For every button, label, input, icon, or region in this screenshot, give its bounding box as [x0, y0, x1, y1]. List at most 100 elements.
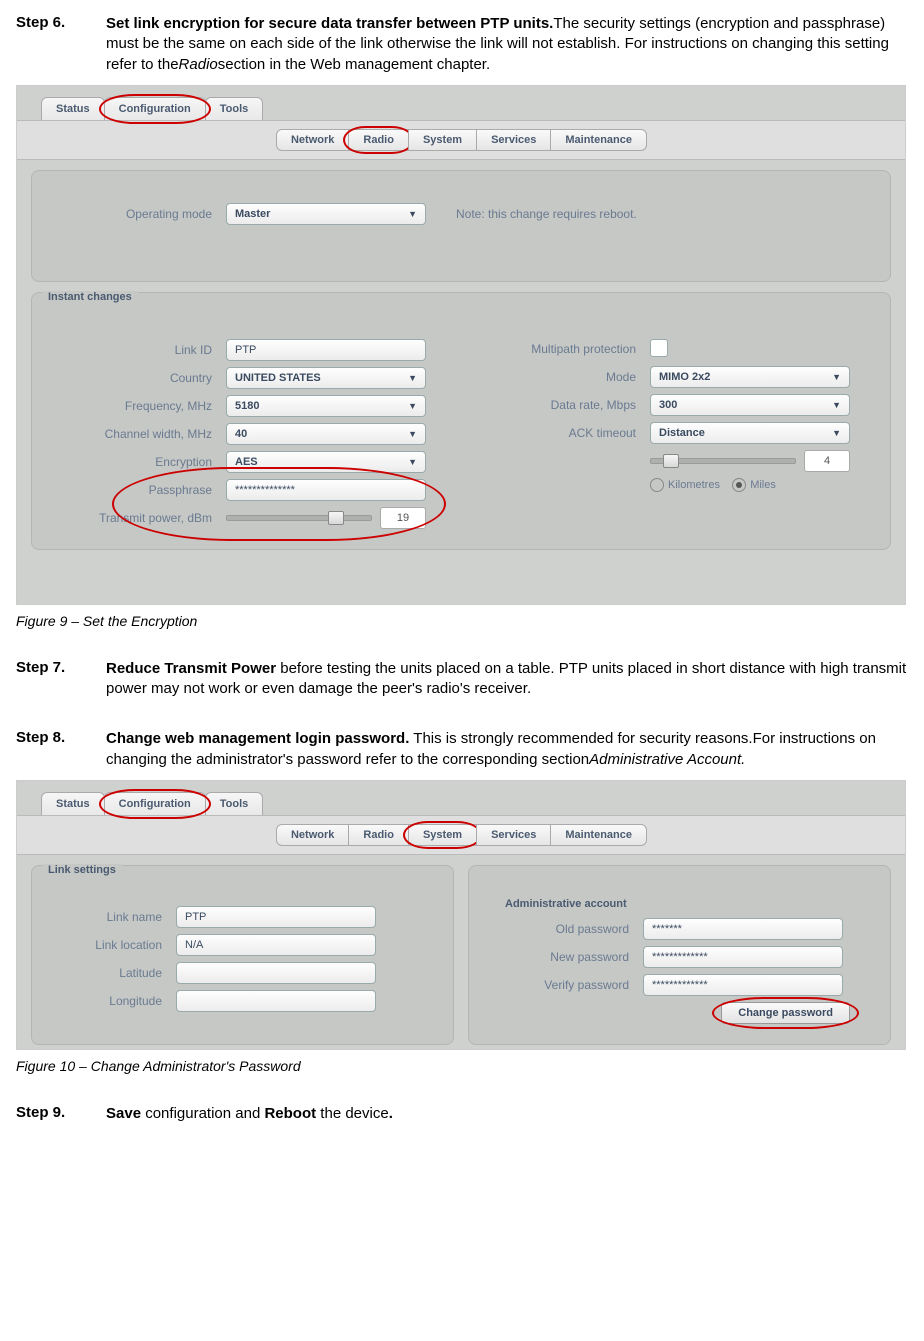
transmit-power-value[interactable]: 19 — [380, 507, 426, 529]
passphrase-input[interactable]: ************** — [226, 479, 426, 501]
miles-label: Miles — [750, 479, 776, 491]
step-7-lead: Reduce Transmit Power — [106, 660, 276, 677]
channel-width-select[interactable]: 40▼ — [226, 423, 426, 445]
step-8-label: Step 8. — [16, 729, 106, 746]
step-9: Step 9. Save configuration and Reboot th… — [16, 1104, 908, 1124]
step-6-lead: Set link encryption for secure data tran… — [106, 15, 553, 32]
new-password-value: ************* — [652, 946, 708, 968]
chevron-down-icon: ▼ — [832, 394, 841, 416]
subtab-services-label: Services — [491, 134, 536, 146]
change-password-button[interactable]: Change password — [721, 1002, 850, 1024]
subtab-system-label: System — [423, 829, 462, 841]
frequency-select[interactable]: 5180▼ — [226, 395, 426, 417]
link-name-value: PTP — [185, 906, 206, 928]
subtab-services[interactable]: Services — [476, 129, 551, 151]
mode-label: Mode — [476, 370, 650, 384]
encryption-select[interactable]: AES▼ — [226, 451, 426, 473]
mode-select[interactable]: MIMO 2x2 ▼ — [650, 366, 850, 388]
link-name-input[interactable]: PTP — [176, 906, 376, 928]
link-id-value: PTP — [235, 339, 256, 361]
subtab-maintenance-label: Maintenance — [565, 829, 632, 841]
new-password-input[interactable]: ************* — [643, 946, 843, 968]
tab-tools[interactable]: Tools — [205, 792, 264, 815]
subtab-maintenance[interactable]: Maintenance — [550, 129, 647, 151]
operating-mode-row: Operating mode Master ▼ Note: this chang… — [52, 203, 870, 225]
latitude-input[interactable] — [176, 962, 376, 984]
subtab-services[interactable]: Services — [476, 824, 551, 846]
passphrase-label: Passphrase — [52, 483, 226, 497]
ack-timeout-select[interactable]: Distance ▼ — [650, 422, 850, 444]
step-6-label: Step 6. — [16, 14, 106, 31]
ack-timeout-value: Distance — [659, 422, 705, 444]
subtab-system[interactable]: System — [408, 129, 477, 151]
subtab-services-label: Services — [491, 829, 536, 841]
admin-account-title: Administrative account — [499, 898, 880, 910]
verify-password-input[interactable]: ************* — [643, 974, 843, 996]
mode-value: MIMO 2x2 — [659, 366, 710, 388]
subtab-network-label: Network — [291, 134, 334, 146]
tab-status-label: Status — [56, 103, 90, 115]
step-6-ital: Radio — [179, 56, 218, 73]
slider-thumb-icon[interactable] — [328, 511, 344, 525]
new-password-label: New password — [489, 950, 643, 964]
link-location-input[interactable]: N/A — [176, 934, 376, 956]
subtab-network[interactable]: Network — [276, 129, 349, 151]
sub-tab-bar-2: Network Radio System Services Maintenanc… — [17, 815, 905, 855]
operating-mode-select[interactable]: Master ▼ — [226, 203, 426, 225]
miles-radio[interactable] — [732, 478, 746, 492]
country-select[interactable]: UNITED STATES▼ — [226, 367, 426, 389]
subtab-maintenance[interactable]: Maintenance — [550, 824, 647, 846]
distance-value[interactable]: 4 — [804, 450, 850, 472]
subtab-radio[interactable]: Radio — [348, 824, 409, 846]
old-password-input[interactable]: ******* — [643, 918, 843, 940]
instant-changes-title: Instant changes — [42, 291, 138, 303]
multipath-checkbox[interactable] — [650, 339, 668, 357]
step-6: Step 6. Set link encryption for secure d… — [16, 14, 908, 75]
encryption-value: AES — [235, 451, 258, 473]
subtab-radio[interactable]: Radio — [348, 129, 409, 151]
data-rate-value: 300 — [659, 394, 677, 416]
old-password-value: ******* — [652, 918, 682, 940]
subtab-maintenance-label: Maintenance — [565, 134, 632, 146]
old-password-label: Old password — [489, 922, 643, 936]
chevron-down-icon: ▼ — [832, 422, 841, 444]
tab-configuration[interactable]: Configuration — [104, 792, 206, 815]
subtab-system-label: System — [423, 134, 462, 146]
verify-password-value: ************* — [652, 974, 708, 996]
sub-tabs-2: Network Radio System Services Maintenanc… — [276, 824, 646, 846]
latitude-label: Latitude — [52, 966, 176, 980]
tab-status[interactable]: Status — [41, 97, 105, 120]
step-7-label: Step 7. — [16, 659, 106, 676]
kilometres-radio[interactable] — [650, 478, 664, 492]
subtab-system[interactable]: System — [408, 824, 477, 846]
operating-mode-label: Operating mode — [52, 207, 226, 221]
tab-tools-label: Tools — [220, 798, 249, 810]
subtab-network[interactable]: Network — [276, 824, 349, 846]
subtab-radio-label: Radio — [363, 134, 394, 146]
step-6-text2: section in the Web management chapter. — [218, 56, 490, 73]
sub-tabs: Network Radio System Services Maintenanc… — [276, 129, 646, 151]
step-7: Step 7. Reduce Transmit Power before tes… — [16, 659, 908, 700]
tab-tools[interactable]: Tools — [205, 97, 264, 120]
distance-slider[interactable] — [650, 458, 796, 464]
instant-changes-section: Instant changes Link IDPTP CountryUNITED… — [31, 292, 891, 550]
link-id-input[interactable]: PTP — [226, 339, 426, 361]
top-tabs-2: Status Configuration Tools — [17, 781, 905, 815]
tab-configuration[interactable]: Configuration — [104, 97, 206, 120]
step-6-body: Set link encryption for secure data tran… — [106, 14, 908, 75]
link-id-label: Link ID — [52, 343, 226, 357]
step-9-dot: . — [389, 1105, 393, 1122]
data-rate-select[interactable]: 300 ▼ — [650, 394, 850, 416]
multipath-label: Multipath protection — [476, 342, 650, 356]
step-9-mid: configuration and — [141, 1105, 264, 1122]
chevron-down-icon: ▼ — [832, 366, 841, 388]
step-9-label: Step 9. — [16, 1104, 106, 1121]
transmit-power-slider[interactable] — [226, 515, 372, 521]
link-location-value: N/A — [185, 934, 203, 956]
step-9-reboot: Reboot — [264, 1105, 316, 1122]
change-password-label: Change password — [738, 1007, 833, 1019]
slider-thumb-icon[interactable] — [663, 454, 679, 468]
frequency-value: 5180 — [235, 395, 259, 417]
longitude-input[interactable] — [176, 990, 376, 1012]
tab-status[interactable]: Status — [41, 792, 105, 815]
